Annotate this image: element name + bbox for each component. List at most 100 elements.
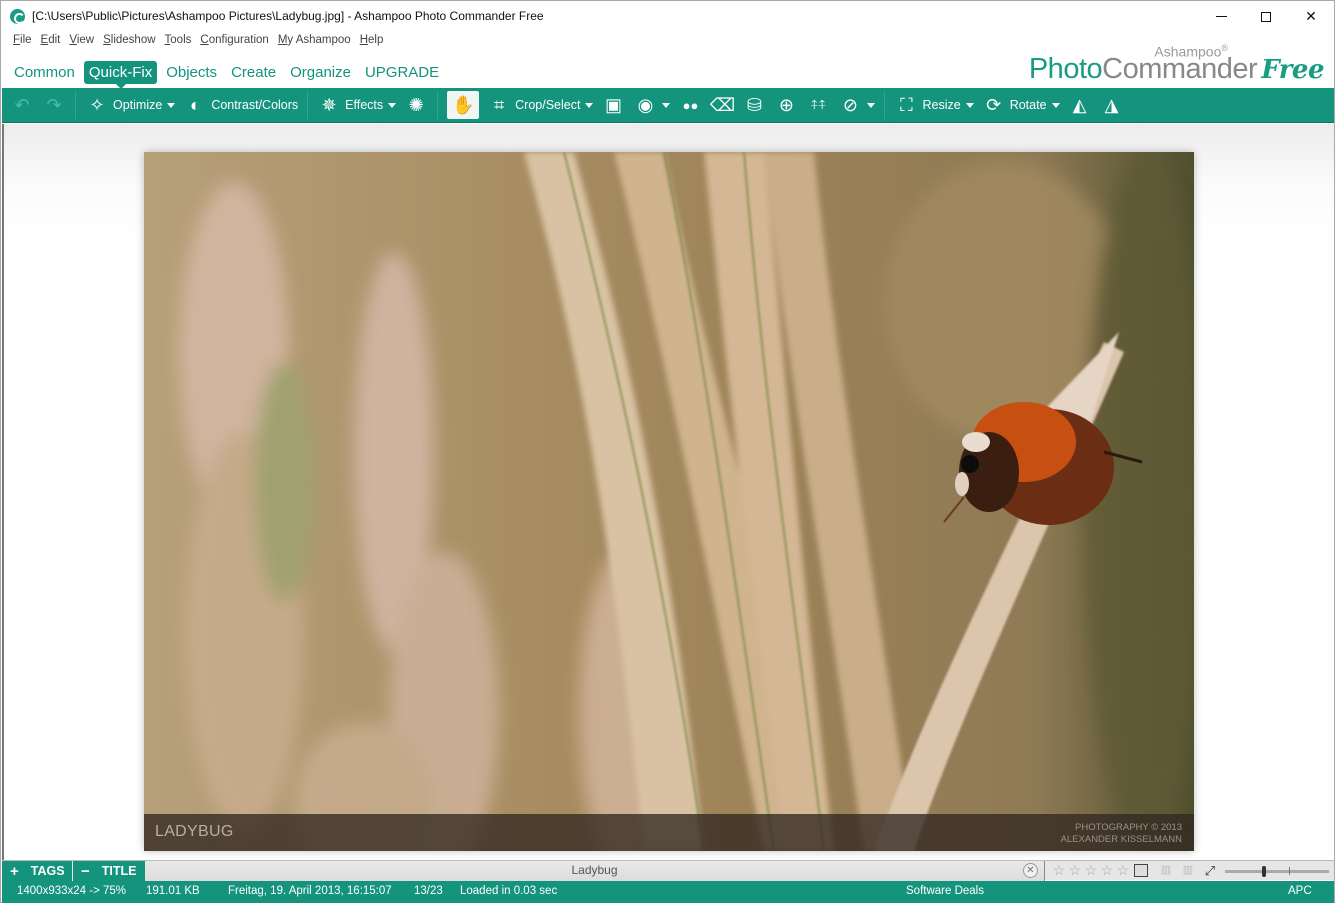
- rating-star-4[interactable]: ☆: [1099, 862, 1115, 879]
- tags-label: TAGS: [30, 864, 65, 878]
- effects-button[interactable]: ✵ Effects: [313, 89, 400, 122]
- fullscreen-icon[interactable]: ⤢: [1203, 864, 1217, 877]
- menu-label: elp: [368, 34, 384, 46]
- tab-organize[interactable]: Organize: [285, 61, 356, 84]
- menu-my-ashampoo[interactable]: My Ashampoo: [278, 34, 351, 52]
- people-icon: ⍏⍏: [810, 97, 827, 112]
- crop-select-button[interactable]: ⌗ Crop/Select: [483, 89, 597, 122]
- pixelate-button[interactable]: ●●: [674, 89, 706, 122]
- eye-icon: ◉: [637, 94, 654, 115]
- focus-target-icon: ⊕: [778, 94, 795, 115]
- clear-title-button[interactable]: ✕: [1023, 863, 1038, 878]
- maximize-icon: [1261, 11, 1271, 22]
- redo-button[interactable]: ↷: [38, 89, 70, 122]
- dots-icon: ●●: [682, 97, 699, 113]
- crop-icon: ⌗: [494, 94, 505, 115]
- logo-reg: ®: [1221, 43, 1228, 53]
- chevron-down-icon: [965, 102, 974, 108]
- rating-star-5[interactable]: ☆: [1115, 862, 1131, 879]
- menu-slideshow[interactable]: Slideshow: [103, 34, 155, 52]
- chevron-down-icon: [662, 102, 671, 108]
- zoom-slider-tick: [1289, 867, 1290, 875]
- flip-horizontal-button[interactable]: ◭: [1064, 89, 1096, 122]
- contrast-colors-button[interactable]: ◐ Contrast/Colors: [179, 89, 302, 122]
- status-position: 13/23: [414, 885, 443, 897]
- menu-label: lideshow: [110, 34, 156, 46]
- logo-photo: Photo: [1028, 53, 1103, 85]
- menu-tools[interactable]: Tools: [165, 34, 192, 52]
- product-logo: Ashampoo® PhotoCommander Free: [1024, 43, 1325, 86]
- status-date: Freitag, 19. April 2013, 16:15:07: [228, 885, 392, 897]
- toolbar-separator: [437, 91, 439, 119]
- optimize-button[interactable]: ✧ Optimize: [81, 89, 179, 122]
- logo-product-name: PhotoCommander Free: [1028, 53, 1325, 86]
- resize-grip[interactable]: [1321, 890, 1331, 900]
- tab-common[interactable]: Common: [9, 61, 80, 84]
- menu-accel: V: [69, 34, 77, 46]
- logo-edition: Free: [1261, 55, 1324, 85]
- rotate-button[interactable]: ⟳ Rotate: [978, 89, 1064, 122]
- title-input[interactable]: Ladybug: [145, 861, 1045, 881]
- tab-upgrade[interactable]: UPGRADE: [360, 61, 444, 84]
- tab-create[interactable]: Create: [226, 61, 281, 84]
- flip-vertical-button[interactable]: ◮: [1096, 89, 1128, 122]
- logo-commander: Commander: [1102, 53, 1258, 85]
- flip-horizontal-icon: ◭: [1072, 94, 1087, 115]
- compare-left-icon[interactable]: ▥: [1159, 864, 1173, 877]
- chevron-down-icon: [585, 102, 594, 108]
- menu-view[interactable]: View: [69, 34, 94, 52]
- contrast-icon: ◐: [189, 94, 201, 115]
- undo-icon: ↶: [14, 94, 30, 115]
- effects-brush-button[interactable]: ✺: [400, 89, 432, 122]
- title-bar: [C:\Users\Public\Pictures\Ashampoo Pictu…: [1, 1, 1334, 32]
- undo-button[interactable]: ↶: [6, 89, 38, 122]
- focus-button[interactable]: ⊕: [770, 89, 802, 122]
- quick-fix-toolbar: ↶ ↷ ✧ Optimize ◐ Contrast/Colors ✵ Effects …: [2, 88, 1334, 123]
- menu-label: dit: [48, 34, 61, 46]
- app-logo-icon[interactable]: [10, 9, 25, 24]
- title-button[interactable]: − TITLE: [73, 861, 145, 881]
- close-button[interactable]: ✕: [1288, 1, 1334, 32]
- photo[interactable]: LADYBUG PHOTOGRAPHY © 2013 ALEXANDER KIS…: [144, 152, 1194, 851]
- chevron-down-icon: [388, 102, 397, 108]
- straighten-button[interactable]: ▣: [597, 89, 629, 122]
- straighten-image-icon: ▣: [604, 94, 622, 115]
- effects-burst-icon: ✵: [321, 94, 337, 115]
- menu-edit[interactable]: Edit: [41, 34, 61, 52]
- zoom-slider[interactable]: [1225, 866, 1329, 877]
- red-eye-button[interactable]: ◉: [629, 89, 674, 122]
- image-info-icon[interactable]: [1134, 864, 1148, 877]
- menu-label: y Ashampoo: [287, 34, 351, 46]
- image-viewer[interactable]: LADYBUG PHOTOGRAPHY © 2013 ALEXANDER KIS…: [2, 124, 1334, 860]
- tags-button[interactable]: + TAGS: [2, 861, 72, 881]
- maximize-button[interactable]: [1243, 1, 1289, 32]
- effect-brush-icon: ✺: [408, 94, 424, 115]
- toolbar-separator: [75, 91, 76, 119]
- compare-right-icon[interactable]: ▥: [1181, 864, 1195, 877]
- software-deals-link[interactable]: Software Deals: [906, 885, 984, 897]
- eraser-button[interactable]: ⌫: [706, 89, 738, 122]
- zoom-slider-thumb[interactable]: [1262, 866, 1266, 877]
- tab-objects[interactable]: Objects: [161, 61, 222, 84]
- menu-help[interactable]: Help: [360, 34, 384, 52]
- resize-button[interactable]: ⛶ Resize: [890, 89, 977, 122]
- tilt-shift-button[interactable]: ⍏⍏: [802, 89, 834, 122]
- toolbar-separator: [884, 91, 886, 119]
- minimize-button[interactable]: [1198, 1, 1244, 32]
- menu-label: ile: [20, 34, 32, 46]
- hand-tool-button[interactable]: ✋: [447, 91, 480, 119]
- rating-star-3[interactable]: ☆: [1083, 862, 1099, 879]
- status-dimensions: 1400x933x24 -> 75%: [17, 885, 127, 897]
- rating-star-1[interactable]: ☆: [1051, 862, 1067, 879]
- bandaid-button[interactable]: ⊘: [834, 89, 879, 122]
- photo-credit-line-1: PHOTOGRAPHY © 2013: [1075, 822, 1182, 833]
- tab-quick-fix[interactable]: Quick-Fix: [83, 61, 158, 89]
- chevron-down-icon: [867, 102, 876, 108]
- status-apc: APC: [1288, 885, 1312, 897]
- fill-button[interactable]: ⛁: [738, 89, 770, 122]
- rating-star-2[interactable]: ☆: [1067, 862, 1083, 879]
- menu-file[interactable]: File: [13, 34, 32, 52]
- magic-wand-icon: ✧: [89, 94, 105, 115]
- menu-configuration[interactable]: Configuration: [200, 34, 268, 52]
- menu-label: iew: [76, 34, 95, 46]
